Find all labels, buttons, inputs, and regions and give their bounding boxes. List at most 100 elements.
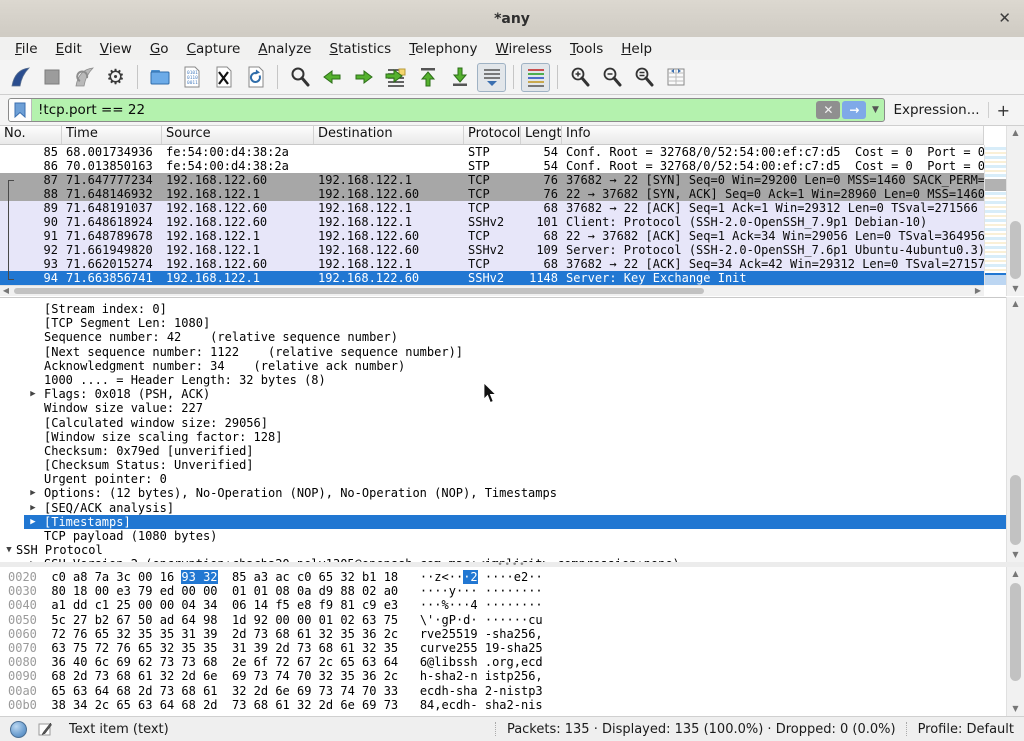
menu-statistics[interactable]: Statistics [320, 39, 400, 59]
hex-line-0080[interactable]: 0080 36 40 6c 69 62 73 73 68 2e 6f 72 67… [0, 655, 1006, 669]
scroll-up-icon[interactable]: ▲ [1007, 568, 1024, 580]
scrollbar-thumb[interactable] [1010, 221, 1021, 279]
expander-closed-icon[interactable]: ▶ [26, 515, 40, 529]
go-last-icon[interactable] [445, 63, 474, 92]
go-to-packet-icon[interactable] [381, 63, 410, 92]
detail-line[interactable]: [TCP Segment Len: 1080] [0, 316, 1006, 330]
filter-apply-icon[interactable]: → [842, 101, 866, 119]
menu-edit[interactable]: Edit [47, 39, 91, 59]
resize-columns-icon[interactable] [661, 63, 690, 92]
detail-line[interactable]: [Window size scaling factor: 128] [0, 430, 1006, 444]
menu-go[interactable]: Go [141, 39, 178, 59]
filter-bookmark-icon[interactable] [9, 99, 32, 121]
detail-line[interactable]: ▶Flags: 0x018 (PSH, ACK) [0, 387, 1006, 401]
column-header-no[interactable]: No. [0, 126, 62, 144]
filter-value[interactable]: !tcp.port == 22 [32, 102, 816, 118]
reload-file-icon[interactable] [241, 63, 270, 92]
intelligent-scrollbar-minimap[interactable] [984, 145, 1007, 285]
open-file-icon[interactable] [145, 63, 174, 92]
scroll-down-icon[interactable]: ▼ [1007, 283, 1024, 295]
profile-label[interactable]: Profile: Default [918, 722, 1014, 737]
zoom-out-icon[interactable] [597, 63, 626, 92]
expander-open-icon[interactable]: ▼ [2, 543, 16, 557]
go-forward-icon[interactable] [349, 63, 378, 92]
scroll-up-icon[interactable]: ▲ [1007, 298, 1024, 310]
menu-tools[interactable]: Tools [561, 39, 612, 59]
detail-line[interactable]: [Stream index: 0] [0, 302, 1006, 316]
hex-line-00a0[interactable]: 00a0 65 63 64 68 2d 73 68 61 32 2d 6e 69… [0, 684, 1006, 698]
expression-button[interactable]: Expression... [893, 102, 979, 118]
detail-line[interactable]: Window size value: 227 [0, 401, 1006, 415]
menu-telephony[interactable]: Telephony [400, 39, 486, 59]
hex-line-0030[interactable]: 0030 80 18 00 e3 79 ed 00 00 01 01 08 0a… [0, 584, 1006, 598]
expert-info-icon[interactable] [10, 721, 27, 738]
detail-line[interactable]: TCP payload (1080 bytes) [0, 529, 1006, 543]
hex-line-0060[interactable]: 0060 72 76 65 32 35 35 31 39 2d 73 68 61… [0, 627, 1006, 641]
expander-closed-icon[interactable]: ▶ [26, 486, 40, 500]
close-window-icon[interactable]: ✕ [998, 9, 1011, 27]
packet-row-87[interactable]: 8771.647777234192.168.122.60192.168.122.… [0, 173, 984, 187]
zoom-in-icon[interactable] [565, 63, 594, 92]
menu-file[interactable]: File [6, 39, 47, 59]
column-header-length[interactable]: Length [521, 126, 562, 144]
expander-closed-icon[interactable]: ▶ [26, 387, 40, 401]
restart-capture-icon[interactable] [69, 63, 98, 92]
start-capture-icon[interactable] [5, 63, 34, 92]
stop-capture-icon[interactable] [37, 63, 66, 92]
colorize-icon[interactable] [521, 63, 550, 92]
packet-list-vscrollbar[interactable]: ▲ ▼ [1006, 126, 1024, 296]
column-header-source[interactable]: Source [162, 126, 314, 144]
packet-list-hscrollbar[interactable]: ◀ ▶ [0, 285, 984, 296]
go-first-icon[interactable] [413, 63, 442, 92]
scrollbar-thumb[interactable] [1010, 583, 1021, 681]
packet-row-91[interactable]: 9171.648789678192.168.122.1192.168.122.6… [0, 229, 984, 243]
detail-line[interactable]: [Checksum Status: Unverified] [0, 458, 1006, 472]
detail-line[interactable]: ▼SSH Protocol [0, 543, 1006, 557]
detail-line[interactable]: 1000 .... = Header Length: 32 bytes (8) [0, 373, 1006, 387]
scroll-down-icon[interactable]: ▼ [1007, 549, 1024, 561]
packet-row-88[interactable]: 8871.648146932192.168.122.1192.168.122.6… [0, 187, 984, 201]
expander-closed-icon[interactable]: ▶ [26, 501, 40, 515]
bytes-vscrollbar[interactable]: ▲ ▼ [1006, 567, 1024, 716]
save-file-icon[interactable]: 010101100011 [177, 63, 206, 92]
filter-input[interactable]: !tcp.port == 22 ✕ → ▼ [8, 98, 885, 122]
hex-line-0070[interactable]: 0070 63 75 72 76 65 32 35 35 31 39 2d 73… [0, 641, 1006, 655]
detail-line[interactable]: Checksum: 0x79ed [unverified] [0, 444, 1006, 458]
hex-line-0040[interactable]: 0040 a1 dd c1 25 00 00 04 34 06 14 f5 e8… [0, 598, 1006, 612]
auto-scroll-icon[interactable] [477, 63, 506, 92]
packet-row-94[interactable]: 9471.663856741192.168.122.1192.168.122.6… [0, 271, 984, 285]
zoom-reset-icon[interactable] [629, 63, 658, 92]
detail-line[interactable]: ▶[Timestamps] [24, 515, 1006, 529]
packet-row-85[interactable]: 8568.001734936fe:54:00:d4:38:2aSTP54Conf… [0, 145, 984, 159]
packet-row-93[interactable]: 9371.662015274192.168.122.60192.168.122.… [0, 257, 984, 271]
scrollbar-thumb[interactable] [1010, 475, 1021, 545]
packet-row-89[interactable]: 8971.648191037192.168.122.60192.168.122.… [0, 201, 984, 215]
hex-line-0020[interactable]: 0020 c0 a8 7a 3c 00 16 93 32 85 a3 ac c0… [0, 570, 1006, 584]
capture-options-icon[interactable]: ⚙ [101, 63, 130, 92]
scrollbar-thumb[interactable] [14, 288, 704, 294]
packet-row-92[interactable]: 9271.661949820192.168.122.1192.168.122.6… [0, 243, 984, 257]
hex-line-0090[interactable]: 0090 68 2d 73 68 61 32 2d 6e 69 73 74 70… [0, 669, 1006, 683]
details-vscrollbar[interactable]: ▲ ▼ [1006, 297, 1024, 562]
titlebar[interactable]: *any ✕ [0, 0, 1024, 38]
detail-line[interactable]: Acknowledgment number: 34 (relative ack … [0, 359, 1006, 373]
column-header-protocol[interactable]: Protocol [464, 126, 521, 144]
detail-line[interactable]: Sequence number: 42 (relative sequence n… [0, 330, 1006, 344]
filter-clear-icon[interactable]: ✕ [816, 101, 840, 119]
scroll-left-icon[interactable]: ◀ [0, 286, 12, 296]
column-header-info[interactable]: Info [562, 126, 984, 144]
detail-line[interactable]: ▶[SEQ/ACK analysis] [0, 501, 1006, 515]
close-file-icon[interactable] [209, 63, 238, 92]
packet-row-90[interactable]: 9071.648618924192.168.122.60192.168.122.… [0, 215, 984, 229]
detail-line[interactable]: [Next sequence number: 1122 (relative se… [0, 345, 1006, 359]
menu-help[interactable]: Help [612, 39, 661, 59]
detail-line[interactable]: [Calculated window size: 29056] [0, 416, 1006, 430]
hex-line-00b0[interactable]: 00b0 38 34 2c 65 63 64 68 2d 73 68 61 32… [0, 698, 1006, 712]
menu-capture[interactable]: Capture [178, 39, 250, 59]
column-header-time[interactable]: Time [62, 126, 162, 144]
detail-line[interactable]: Urgent pointer: 0 [0, 472, 1006, 486]
menu-view[interactable]: View [91, 39, 141, 59]
scroll-down-icon[interactable]: ▼ [1007, 703, 1024, 715]
menu-wireless[interactable]: Wireless [486, 39, 561, 59]
menu-analyze[interactable]: Analyze [249, 39, 320, 59]
